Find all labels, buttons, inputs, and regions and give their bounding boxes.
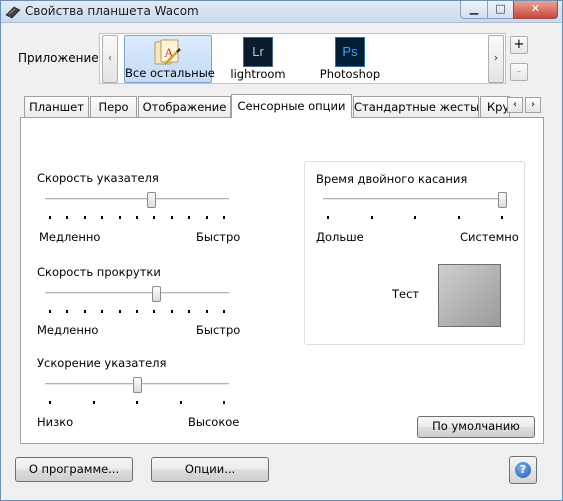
- lightroom-icon: Lr: [243, 37, 273, 67]
- slider-track[interactable]: [323, 198, 507, 201]
- double-tap-label: Время двойного касания: [316, 172, 468, 186]
- close-button[interactable]: ✕: [513, 1, 558, 19]
- slider-tick: [83, 216, 86, 219]
- photoshop-icon: Ps: [335, 37, 365, 67]
- settings-tabs: Планшет Перо Отображение Сенсорные опции…: [20, 94, 544, 118]
- slider-tick: [66, 216, 69, 219]
- application-list: ‹ A Все остальные Lr lightroom Ps Photos…: [99, 33, 506, 84]
- tab-touch-options[interactable]: Сенсорные опции: [231, 94, 352, 118]
- slider-tick: [205, 216, 208, 219]
- slider-tick: [153, 310, 156, 313]
- slider-tick: [92, 401, 95, 404]
- slider-tick: [136, 401, 138, 404]
- all-apps-icon: A: [154, 39, 181, 65]
- slider-tick: [49, 310, 51, 313]
- pointer-acceleration-min-label: Низко: [37, 415, 74, 429]
- slider-tick: [101, 310, 104, 313]
- photoshop-badge: Ps: [342, 44, 358, 59]
- about-button[interactable]: О программе...: [15, 457, 133, 482]
- slider-track[interactable]: [45, 198, 229, 201]
- pointer-acceleration-label: Ускорение указателя: [37, 356, 167, 370]
- app-scroll-right-button[interactable]: ›: [488, 35, 504, 83]
- slider-tick: [49, 216, 51, 219]
- scroll-speed-label: Скорость прокрутки: [37, 265, 161, 279]
- slider-tick: [205, 310, 208, 313]
- slider-tick: [66, 310, 69, 313]
- defaults-button[interactable]: По умолчанию: [417, 416, 535, 438]
- help-button[interactable]: ?: [509, 456, 537, 484]
- pointer-speed-max-label: Быстро: [196, 230, 241, 244]
- slider-tick: [153, 216, 156, 219]
- double-tap-min-label: Дольше: [316, 230, 364, 244]
- test-label: Тест: [392, 287, 420, 301]
- slider-tick: [136, 310, 138, 313]
- tab-tablet[interactable]: Планшет: [24, 96, 89, 117]
- slider-tick: [188, 216, 191, 219]
- double-tap-max-label: Системно: [460, 230, 519, 244]
- title-bar[interactable]: Свойства планшета Wacom ▁ □ ✕: [1, 1, 562, 23]
- slider-thumb[interactable]: [498, 192, 507, 208]
- app-name: lightroom: [230, 67, 286, 81]
- slider-tick: [170, 216, 173, 219]
- slider-tick: [327, 216, 329, 219]
- touch-options-panel: Скорость указателя Медленно Быстро Скоро…: [20, 117, 544, 444]
- tab-overflow[interactable]: Кру: [480, 96, 510, 117]
- slider-tick: [118, 216, 121, 219]
- app-name: Photoshop: [319, 67, 381, 81]
- slider-tick: [118, 310, 121, 313]
- double-tap-test-area[interactable]: [438, 264, 501, 327]
- slider-tick: [49, 401, 51, 404]
- slider-tick: [179, 401, 182, 404]
- app-item-lightroom[interactable]: Lr lightroom: [220, 35, 296, 83]
- slider-tick: [223, 216, 225, 219]
- pointer-acceleration-slider[interactable]: [45, 377, 229, 407]
- tab-pen[interactable]: Перо: [90, 96, 137, 117]
- slider-tick: [101, 216, 104, 219]
- tab-display[interactable]: Отображение: [138, 96, 231, 117]
- add-application-button[interactable]: +: [510, 36, 528, 54]
- maximize-button[interactable]: □: [487, 1, 514, 19]
- slider-tick: [188, 310, 191, 313]
- tab-standard-gestures[interactable]: Стандартные жесты: [353, 96, 479, 117]
- slider-tick: [501, 216, 503, 219]
- slider-thumb[interactable]: [152, 286, 162, 302]
- slider-tick: [83, 310, 86, 313]
- slider-tick: [223, 310, 225, 313]
- app-scroll-left-button[interactable]: ‹: [102, 35, 118, 83]
- app-name: Все остальные: [125, 66, 215, 80]
- help-icon: ?: [515, 462, 531, 478]
- app-item-photoshop[interactable]: Ps Photoshop: [310, 35, 390, 83]
- wacom-properties-window: Свойства планшета Wacom ▁ □ ✕ Приложение…: [0, 0, 563, 501]
- slider-tick: [223, 401, 225, 404]
- slider-tick: [414, 216, 416, 219]
- pointer-speed-label: Скорость указателя: [37, 171, 159, 185]
- double-tap-group: Время двойного касания Дольше Системно Т…: [304, 161, 525, 345]
- slider-thumb[interactable]: [133, 377, 142, 393]
- slider-tick: [370, 216, 373, 219]
- application-label: Приложение:: [18, 51, 103, 65]
- tablet-app-icon: [5, 6, 21, 19]
- minimize-button[interactable]: ▁: [460, 1, 488, 19]
- app-item-all-others[interactable]: A Все остальные: [124, 35, 215, 83]
- slider-tick: [136, 216, 138, 219]
- pointer-speed-slider[interactable]: [45, 192, 229, 222]
- scroll-speed-max-label: Быстро: [196, 323, 241, 337]
- tab-scroll-right-button[interactable]: ›: [525, 97, 541, 113]
- scroll-speed-min-label: Медленно: [37, 323, 99, 337]
- scroll-speed-slider[interactable]: [45, 286, 229, 316]
- pointer-acceleration-max-label: Высокое: [188, 415, 240, 429]
- options-button[interactable]: Опции...: [151, 457, 269, 482]
- tab-scroll-left-button[interactable]: ‹: [507, 97, 523, 113]
- slider-thumb[interactable]: [146, 192, 156, 208]
- slider-tick: [457, 216, 460, 219]
- slider-track[interactable]: [45, 292, 229, 295]
- lightroom-badge: Lr: [252, 44, 264, 59]
- slider-tick: [170, 310, 173, 313]
- window-title: Свойства планшета Wacom: [25, 4, 199, 18]
- pointer-speed-min-label: Медленно: [39, 230, 101, 244]
- double-tap-slider[interactable]: [323, 192, 507, 222]
- remove-application-button[interactable]: -: [510, 63, 528, 81]
